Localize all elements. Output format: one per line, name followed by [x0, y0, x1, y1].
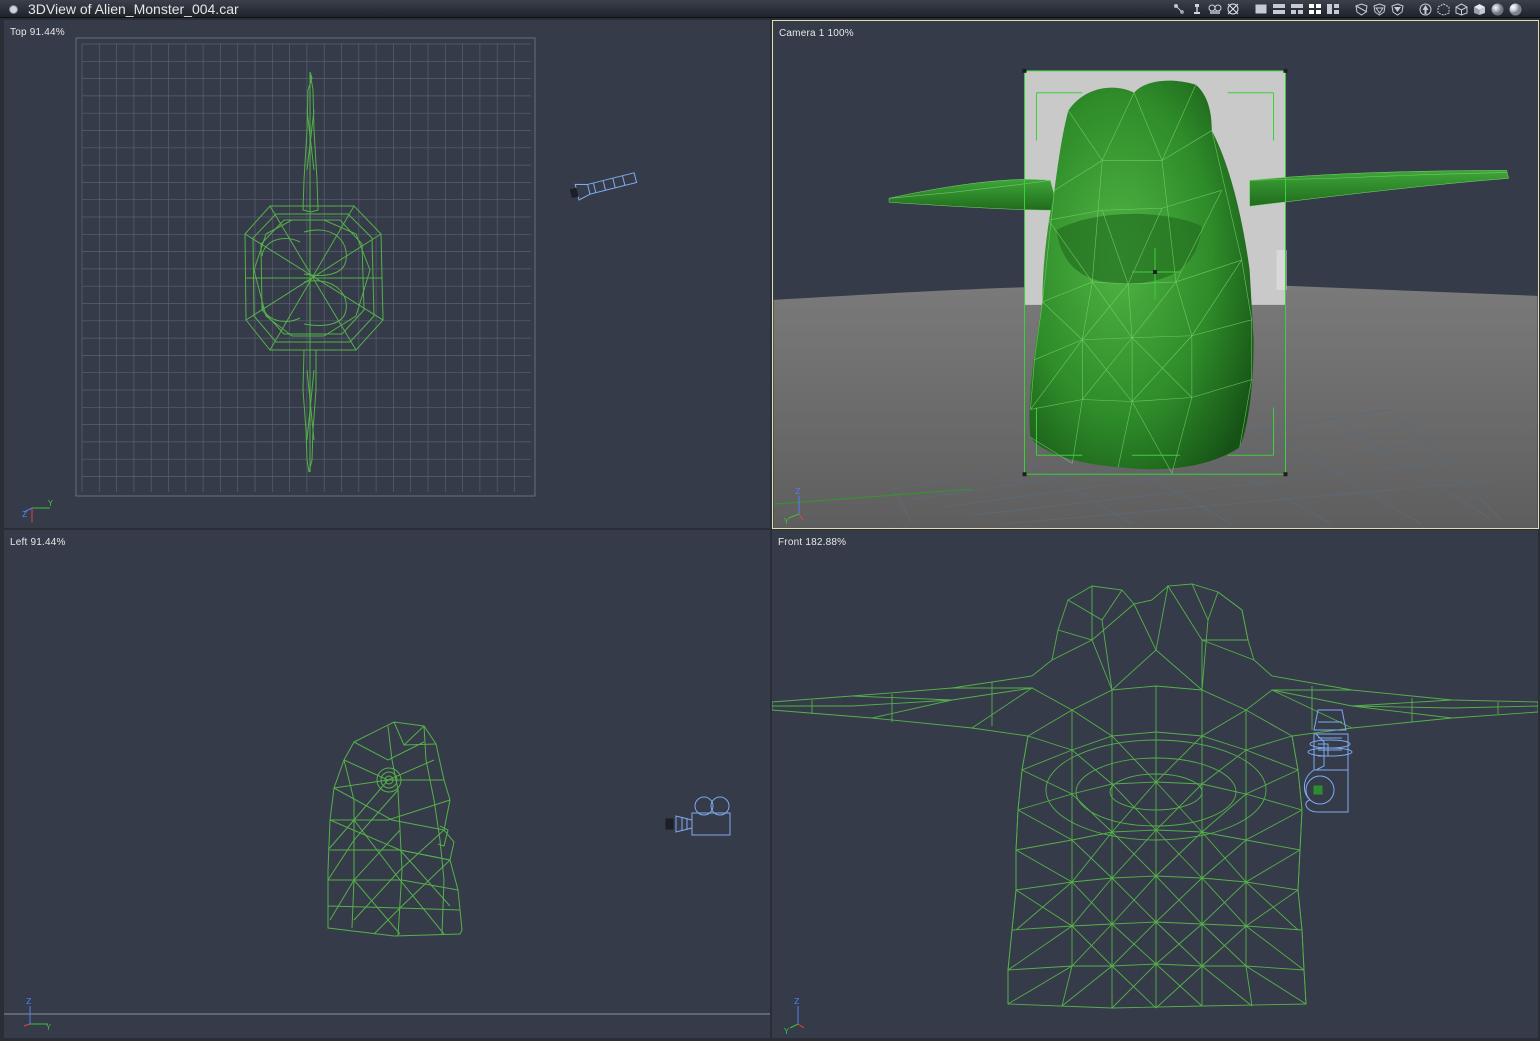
shield-bounding-icon[interactable]: [1354, 2, 1368, 16]
layout-four-icon[interactable]: [1308, 2, 1322, 16]
light-tool-icon[interactable]: [1190, 2, 1204, 16]
move-tool-icon[interactable]: [1172, 2, 1186, 16]
axis-z-label: Z: [795, 487, 801, 496]
axis-gizmo-front: Z Y: [783, 997, 805, 1036]
shield-wire-icon[interactable]: [1372, 2, 1386, 16]
app-window: 3DView of Alien_Monster_004.car Top 91.4…: [0, 0, 1540, 1041]
axis-z-label: Z: [794, 997, 800, 1006]
axis-gizmo-left: Z Y: [23, 997, 51, 1032]
title-bar: 3DView of Alien_Monster_004.car: [0, 0, 1540, 18]
camera-view-canvas[interactable]: [773, 21, 1538, 528]
view-toolbar: [1168, 1, 1522, 17]
wireframe-box-icon[interactable]: [1436, 2, 1450, 16]
viewport-front[interactable]: Front 182.88% Z Y: [772, 530, 1538, 1038]
viewport-left-label: Left 91.44%: [10, 537, 66, 548]
axis-y-label: Y: [47, 499, 53, 508]
layout-single-icon[interactable]: [1254, 2, 1268, 16]
layout-two-icon[interactable]: [1272, 2, 1286, 16]
axis-z-label: Z: [26, 997, 32, 1006]
window-close-icon[interactable]: [9, 5, 18, 14]
left-arm: [888, 179, 1059, 211]
viewport-camera[interactable]: Camera 1 100% Z Y: [772, 20, 1539, 529]
top-view-canvas[interactable]: [4, 20, 770, 528]
axis-y-label: Y: [783, 517, 789, 526]
layout-three-icon[interactable]: [1290, 2, 1304, 16]
window-title: 3DView of Alien_Monster_004.car: [28, 1, 239, 17]
axis-z-label: Z: [22, 510, 28, 519]
render-arrow-icon[interactable]: [1418, 2, 1432, 16]
layout-custom-icon[interactable]: [1326, 2, 1340, 16]
target-tool-icon[interactable]: [1226, 2, 1240, 16]
viewport-front-label: Front 182.88%: [778, 537, 847, 548]
shield-flat-icon[interactable]: [1390, 2, 1404, 16]
shaded-box-icon[interactable]: [1472, 2, 1486, 16]
front-view-canvas[interactable]: [772, 530, 1538, 1038]
right-arm: [1249, 170, 1509, 207]
viewport-top-label: Top 91.44%: [10, 27, 65, 38]
alien-monster-mesh-front: [772, 583, 1538, 1009]
camera-object-left: [665, 796, 731, 836]
textured-sphere-icon[interactable]: [1508, 2, 1522, 16]
smooth-sphere-icon[interactable]: [1490, 2, 1504, 16]
alien-monster-mesh-left: [327, 721, 463, 937]
left-view-canvas[interactable]: [4, 530, 770, 1038]
outline-box-icon[interactable]: [1454, 2, 1468, 16]
viewport-camera-label: Camera 1 100%: [779, 28, 854, 39]
viewport-left[interactable]: Left 91.44% Z Y: [4, 530, 770, 1038]
axis-gizmo-top: Z Y: [22, 499, 53, 522]
alien-monster-mesh-top: [244, 71, 384, 473]
axis-y-label: Y: [783, 1027, 789, 1036]
camera-tool-icon[interactable]: [1208, 2, 1222, 16]
viewport-top[interactable]: Top 91.44% Z Y: [4, 20, 770, 528]
axis-y-label: Y: [45, 1023, 51, 1032]
camera-object-top: [569, 172, 638, 201]
axis-gizmo-camera: Z Y: [783, 487, 804, 526]
